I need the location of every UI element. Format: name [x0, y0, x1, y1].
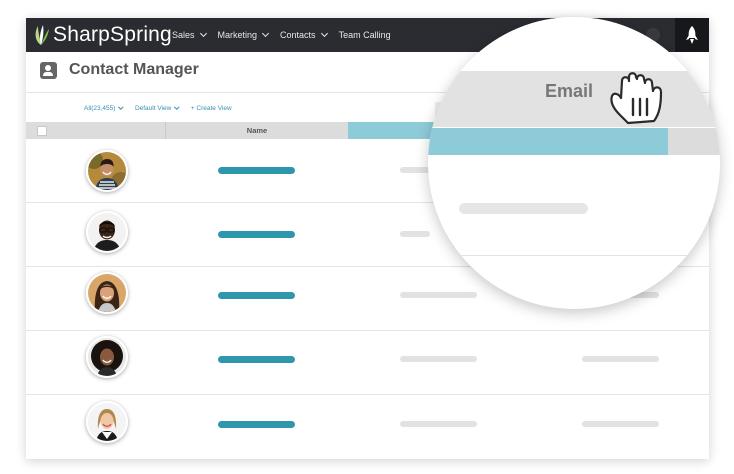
email-placeholder — [400, 231, 430, 237]
nav-contacts[interactable]: Contacts — [280, 29, 328, 40]
table-row[interactable] — [26, 331, 709, 395]
magnified-email-placeholder — [459, 203, 588, 214]
man-striped-shirt-avatar — [88, 152, 126, 190]
name-placeholder — [218, 292, 295, 299]
default-view-filter[interactable]: Default View — [134, 104, 180, 112]
table-row[interactable] — [26, 395, 709, 458]
filter-label: All(23,455) — [84, 104, 116, 112]
leaf-logo-icon — [35, 25, 49, 45]
phone-placeholder — [582, 421, 659, 427]
brand-name: SharpSpring — [53, 23, 172, 46]
filter-label: + Create View — [190, 104, 232, 112]
magnified-toolbar — [428, 17, 720, 71]
woman-curly-hair-avatar — [88, 338, 126, 376]
magnified-next-column — [668, 128, 720, 155]
nav-marketing-label: Marketing — [217, 30, 258, 40]
view-filter-bar: All(23,455) Default View + Create View — [84, 102, 244, 114]
grab-hand-icon[interactable] — [606, 69, 676, 131]
avatar[interactable] — [86, 336, 128, 378]
email-placeholder — [400, 292, 477, 298]
page-title: Contact Manager — [69, 61, 199, 78]
magnified-row-divider — [428, 255, 720, 256]
name-placeholder — [218, 421, 295, 428]
select-all-checkbox[interactable] — [37, 126, 47, 136]
chevron-down-icon — [118, 104, 124, 110]
contact-book-icon — [40, 62, 57, 79]
email-placeholder — [400, 356, 477, 362]
email-placeholder — [400, 421, 477, 427]
nav-marketing[interactable]: Marketing — [217, 29, 270, 40]
main-nav: Sales Marketing Contacts Team Calling — [172, 18, 403, 52]
nav-team-calling-label: Team Calling — [338, 30, 391, 40]
nav-team-calling[interactable]: Team Calling — [339, 30, 391, 40]
woman-dark-hair-avatar — [88, 274, 126, 312]
nav-sales-label: Sales — [172, 30, 195, 40]
chevron-down-icon — [199, 29, 207, 38]
name-placeholder — [218, 356, 295, 363]
chevron-down-icon — [261, 29, 270, 38]
email-placeholder — [400, 167, 430, 173]
nav-sales[interactable]: Sales — [172, 29, 207, 40]
all-contacts-filter[interactable]: All(23,455) — [84, 104, 124, 112]
phone-placeholder — [582, 356, 659, 362]
magnified-email-column — [428, 128, 668, 155]
avatar[interactable] — [86, 150, 128, 192]
avatar[interactable] — [86, 211, 128, 253]
chevron-down-icon — [174, 104, 180, 110]
woman-blonde-avatar — [88, 403, 126, 441]
name-placeholder — [218, 231, 295, 238]
man-glasses-avatar — [88, 213, 126, 251]
avatar[interactable] — [86, 272, 128, 314]
filter-label: Default View — [134, 104, 172, 112]
name-placeholder — [218, 167, 295, 174]
avatar[interactable] — [86, 401, 128, 443]
nav-contacts-label: Contacts — [280, 30, 316, 40]
column-header-name[interactable]: Name — [166, 122, 348, 139]
create-view-link[interactable]: + Create View — [191, 105, 232, 112]
email-column-label[interactable]: Email — [545, 81, 593, 102]
chevron-down-icon — [320, 29, 328, 38]
sharpspring-logo[interactable]: SharpSpring — [32, 22, 172, 48]
magnifier-lens: Email — [428, 17, 720, 309]
